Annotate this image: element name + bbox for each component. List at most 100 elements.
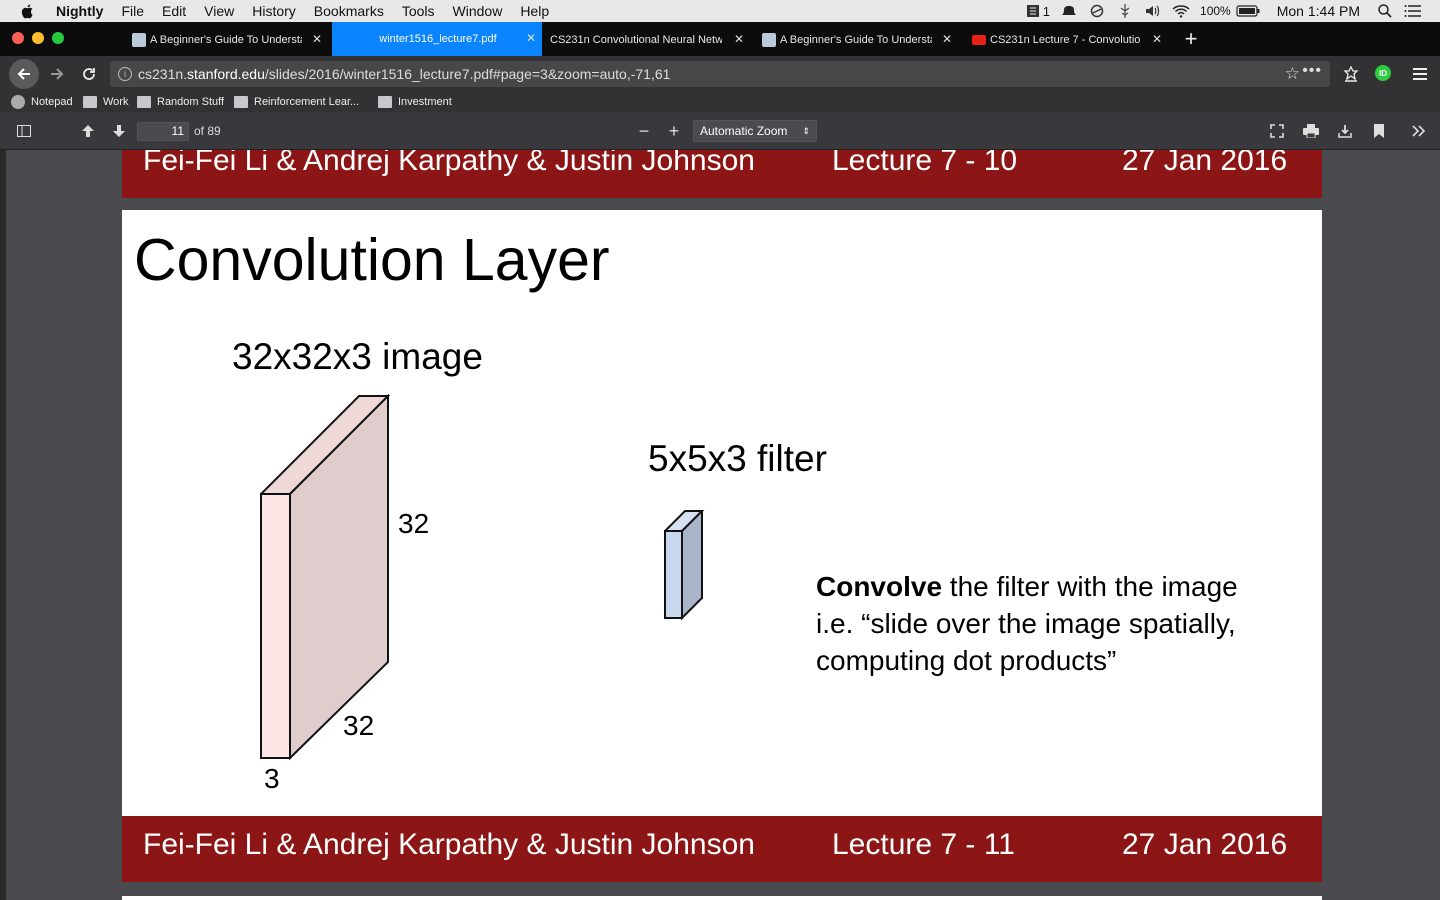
bookmark-icon xyxy=(1374,124,1384,138)
zoom-out-button[interactable]: − xyxy=(636,120,652,141)
menu-edit[interactable]: Edit xyxy=(162,3,186,19)
reload-icon xyxy=(83,68,95,80)
zoom-select[interactable]: Automatic Zoom ⇕ xyxy=(693,120,817,142)
bookmark-random-stuff[interactable]: Random Stuff xyxy=(137,94,224,110)
print-button[interactable] xyxy=(1302,123,1320,139)
app-menu-nightly[interactable]: Nightly xyxy=(56,3,103,19)
clock[interactable]: Mon 1:44 PM xyxy=(1277,3,1360,19)
url-bar[interactable]: i cs231n. stanford.edu/slides/2016/winter… xyxy=(110,61,1330,87)
extension-button[interactable]: ID xyxy=(1375,65,1391,81)
previous-page-button[interactable] xyxy=(80,123,96,139)
info-icon[interactable]: i xyxy=(118,67,132,81)
close-tab-icon[interactable]: ✕ xyxy=(734,32,744,46)
zoom-in-button[interactable]: + xyxy=(666,120,682,141)
tab-youtube-lecture7[interactable]: CS231n Lecture 7 - Convolutional ✕ xyxy=(968,26,1168,54)
notification-center-icon[interactable] xyxy=(1404,4,1422,18)
tree-icon[interactable] xyxy=(1116,4,1134,18)
bookmark-investment[interactable]: Investment xyxy=(378,94,452,110)
plus-icon: + xyxy=(668,120,680,141)
tab-title: CS231n Convolutional Neural Networks xyxy=(550,34,722,46)
volume-icon[interactable] xyxy=(1144,4,1162,18)
dropbox-status-icon[interactable] xyxy=(1025,4,1041,18)
reload-button[interactable] xyxy=(80,65,98,83)
page-number-input[interactable]: 11 xyxy=(137,122,189,141)
tab-beginners-guide-1[interactable]: A Beginner's Guide To Understanding ✕ xyxy=(128,26,328,54)
page-actions-icon[interactable]: ••• xyxy=(1302,62,1322,80)
save-to-pocket-button[interactable] xyxy=(1342,65,1360,83)
tab-title: A Beginner's Guide To Understanding xyxy=(780,34,932,46)
zoom-window-button[interactable] xyxy=(52,32,64,44)
footer-authors: Fei-Fei Li & Andrej Karpathy & Justin Jo… xyxy=(143,150,755,177)
menu-window[interactable]: Window xyxy=(453,3,503,19)
hat-icon[interactable] xyxy=(1060,4,1078,18)
menu-history[interactable]: History xyxy=(252,3,296,19)
sync-icon[interactable] xyxy=(1088,4,1106,18)
image-height-label: 32 xyxy=(398,508,430,539)
desc-line-3: computing dot products” xyxy=(816,645,1117,676)
bookmark-reinforcement-learning[interactable]: Reinforcement Lear... xyxy=(234,94,359,110)
extension-icon: ID xyxy=(1379,68,1387,78)
menu-view[interactable]: View xyxy=(204,3,234,19)
minus-icon: − xyxy=(638,120,650,141)
navigation-bar: i cs231n. stanford.edu/slides/2016/winter… xyxy=(0,56,1440,92)
battery-percent: 100% xyxy=(1200,4,1231,18)
tab-cs231n-convnets[interactable]: CS231n Convolutional Neural Networks ✕ xyxy=(544,26,750,54)
globe-icon xyxy=(11,95,25,109)
close-tab-icon[interactable]: ✕ xyxy=(526,31,536,45)
toggle-sidebar-button[interactable] xyxy=(16,124,32,138)
battery-icon[interactable] xyxy=(1235,4,1261,18)
bookmark-work[interactable]: Work xyxy=(83,94,128,110)
url-host: stanford.edu xyxy=(187,66,265,82)
page-icon xyxy=(132,33,146,47)
spotlight-search-icon[interactable] xyxy=(1376,4,1394,18)
close-tab-icon[interactable]: ✕ xyxy=(312,32,322,46)
double-chevron-right-icon xyxy=(1412,125,1426,137)
close-tab-icon[interactable]: ✕ xyxy=(1152,32,1162,46)
tools-button[interactable] xyxy=(1410,123,1428,139)
tab-lecture7-pdf[interactable]: winter1516_lecture7.pdf ✕ xyxy=(332,22,542,56)
filter-label: 5x5x3 filter xyxy=(648,438,827,479)
zoom-select-value: Automatic Zoom xyxy=(700,124,788,138)
menu-file[interactable]: File xyxy=(121,3,144,19)
filter-volume-diagram xyxy=(664,510,705,620)
image-volume-front xyxy=(260,493,291,759)
bookmark-label: Reinforcement Lear... xyxy=(254,96,360,108)
desc-line-2: i.e. “slide over the image spatially, xyxy=(816,608,1236,639)
tab-beginners-guide-2[interactable]: A Beginner's Guide To Understanding ✕ xyxy=(758,26,958,54)
menu-bookmarks[interactable]: Bookmarks xyxy=(314,3,384,19)
close-window-button[interactable] xyxy=(12,32,24,44)
desktop-edge xyxy=(0,150,6,900)
apple-icon[interactable] xyxy=(20,3,36,19)
forward-button[interactable] xyxy=(48,65,66,83)
footer-authors: Fei-Fei Li & Andrej Karpathy & Justin Jo… xyxy=(143,828,755,861)
macos-menu-bar: Nightly File Edit View History Bookmarks… xyxy=(0,0,1440,22)
footer-lecture: Lecture 7 - 10 xyxy=(832,150,1018,177)
slide-page: Convolution Layer 32x32x3 image 32 32 3 … xyxy=(122,210,1322,816)
select-arrows-icon: ⇕ xyxy=(802,126,810,136)
sidebar-icon xyxy=(17,125,31,137)
presentation-mode-button[interactable] xyxy=(1268,123,1286,139)
hamburger-menu-button[interactable] xyxy=(1410,65,1430,83)
pdf-viewer[interactable]: Fei-Fei Li & Andrej Karpathy & Justin Jo… xyxy=(0,150,1440,900)
bookmark-star-icon[interactable]: ☆ xyxy=(1285,64,1300,84)
slide-footer: Fei-Fei Li & Andrej Karpathy & Justin Jo… xyxy=(122,816,1322,882)
hamburger-icon xyxy=(1413,68,1427,80)
back-button[interactable] xyxy=(9,59,39,89)
new-tab-button[interactable]: + xyxy=(1180,28,1202,50)
bookmark-label: Notepad xyxy=(31,96,73,108)
menu-tools[interactable]: Tools xyxy=(402,3,435,19)
current-view-bookmark-button[interactable] xyxy=(1372,123,1386,139)
next-page-button[interactable] xyxy=(111,123,127,139)
bookmark-notepad[interactable]: Notepad xyxy=(11,94,73,110)
close-tab-icon[interactable]: ✕ xyxy=(942,32,952,46)
desc-line-1: the filter with the image xyxy=(942,571,1238,602)
tab-title: CS231n Lecture 7 - Convolutional xyxy=(990,34,1140,46)
menu-help[interactable]: Help xyxy=(520,3,549,19)
footer-date: 27 Jan 2016 xyxy=(1122,828,1288,861)
wifi-icon[interactable] xyxy=(1172,4,1190,18)
pdf-toolbar: 11 of 89 − + Automatic Zoom ⇕ xyxy=(0,112,1440,150)
download-button[interactable] xyxy=(1337,123,1353,139)
library-icon xyxy=(1343,66,1359,82)
minimize-window-button[interactable] xyxy=(32,32,44,44)
url-path: /slides/2016/winter1516_lecture7.pdf#pag… xyxy=(264,66,671,82)
